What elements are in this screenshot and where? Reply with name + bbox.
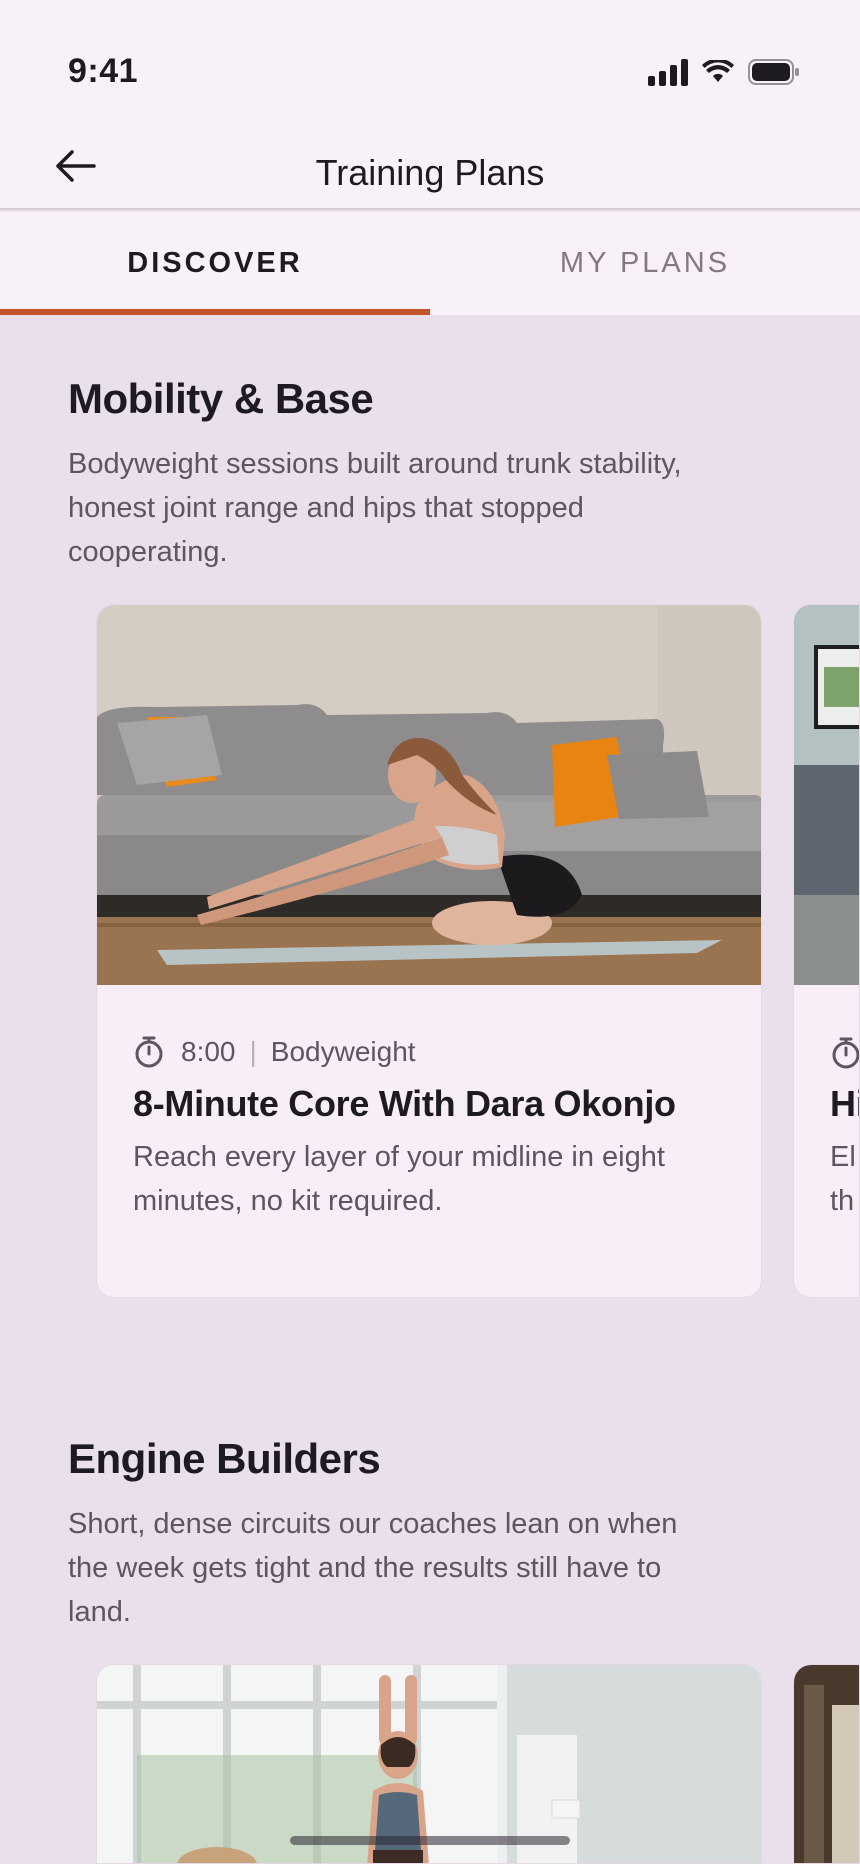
tab-bar: DISCOVER MY PLANS	[0, 212, 860, 315]
section-mobility-base: Mobility & Base Bodyweight sessions buil…	[0, 315, 860, 1315]
home-indicator	[290, 1836, 570, 1845]
status-time: 9:41	[68, 52, 139, 90]
meta-separator: |	[249, 1036, 257, 1067]
section-title: Engine Builders	[68, 1435, 381, 1482]
plan-card-description: El th	[830, 1141, 856, 1217]
plan-card-image	[794, 1665, 859, 1863]
plan-card-title: 8-Minute Core With Dara Okonjo	[133, 1083, 676, 1124]
status-bar: 9:41	[0, 0, 860, 130]
page-title: Training Plans	[315, 152, 545, 193]
plan-card-meta: 8:00 | Bodyweight	[133, 1035, 416, 1069]
stopwatch-icon	[832, 1037, 859, 1069]
plan-card-peek[interactable]: Hi El th	[793, 604, 860, 1298]
plan-equipment: Bodyweight	[270, 1036, 416, 1067]
plan-card-image	[794, 605, 859, 985]
tab-my-plans[interactable]: MY PLANS	[430, 212, 860, 315]
section-description: Bodyweight sessions built around trunk s…	[68, 448, 682, 568]
tab-discover[interactable]: DISCOVER	[0, 212, 430, 315]
wifi-icon	[702, 60, 734, 82]
battery-icon	[748, 59, 799, 85]
stopwatch-icon	[135, 1036, 163, 1068]
plan-card[interactable]	[96, 1664, 762, 1864]
plan-card-title: Hi	[830, 1083, 859, 1124]
plan-card-peek[interactable]	[793, 1664, 860, 1864]
section-engine-builders: Engine Builders Short, dense circuits ou…	[0, 1375, 860, 1864]
section-description: Short, dense circuits our coaches lean o…	[68, 1508, 678, 1628]
cellular-signal-icon	[648, 58, 688, 86]
plan-card-description: Reach every layer of your midline in eig…	[133, 1141, 665, 1217]
section-title: Mobility & Base	[68, 375, 374, 422]
plan-duration: 8:00	[181, 1036, 236, 1067]
plan-card[interactable]: 8:00 | Bodyweight 8-Minute Core With Dar…	[96, 604, 762, 1298]
status-icons	[648, 58, 800, 86]
navigation-header: Training Plans	[0, 130, 860, 210]
plan-card-image	[97, 1665, 761, 1863]
plan-card-image	[97, 605, 761, 985]
